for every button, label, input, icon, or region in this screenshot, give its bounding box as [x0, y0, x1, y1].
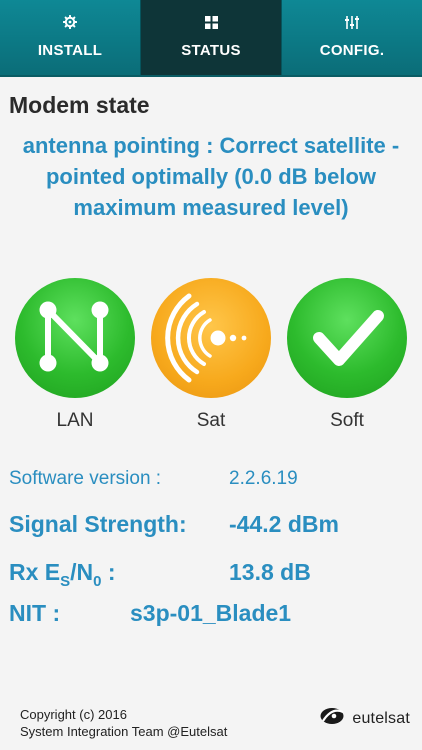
brand-name: eutelsat [352, 709, 410, 727]
tab-status[interactable]: STATUS [141, 0, 281, 75]
tab-bar: INSTALL STATUS CONFIG. [0, 0, 422, 77]
copyright-text: Copyright (c) 2016 [20, 707, 127, 722]
lan-label: LAN [56, 410, 94, 431]
status-soft[interactable]: Soft [287, 278, 407, 432]
rx-label-mid: /N [70, 559, 94, 585]
tab-config-label: CONFIG. [319, 42, 385, 59]
checkmark-icon [313, 310, 384, 366]
nit-label: NIT : [9, 600, 61, 626]
network-icon [39, 301, 109, 372]
software-version-label: Software version : [9, 468, 162, 489]
antenna-state-message: antenna pointing : Correct satellite - p… [22, 133, 400, 220]
grid-icon [204, 14, 218, 30]
status-sat[interactable]: Sat [151, 278, 271, 432]
soft-status-circle [287, 278, 407, 398]
soft-label: Soft [330, 410, 364, 431]
software-version-value: 2.2.6.19 [229, 468, 298, 489]
team-text: System Integration Team @Eutelsat [20, 724, 228, 739]
lan-status-circle [15, 278, 135, 398]
tab-status-label: STATUS [181, 42, 241, 59]
nit-value: s3p-01_Blade1 [130, 600, 292, 626]
rx-label-sub-s: S [60, 573, 71, 590]
tab-install-label: INSTALL [37, 42, 103, 59]
status-lan[interactable]: LAN [15, 278, 135, 432]
rx-label-sub-0: 0 [93, 573, 102, 590]
tab-config[interactable]: CONFIG. [281, 0, 422, 75]
rx-esn0-label: Rx ES/N0 : [9, 559, 116, 590]
rx-label-suffix: : [101, 559, 116, 585]
footer: Copyright (c) 2016 System Integration Te… [20, 706, 227, 740]
rx-label-prefix: Rx E [9, 559, 61, 585]
eutelsat-logo-icon [319, 706, 345, 731]
satellite-icon [165, 293, 247, 383]
signal-strength-value: -44.2 dBm [229, 511, 339, 537]
eutelsat-brand: eutelsat [319, 706, 410, 731]
signal-strength-label: Signal Strength: [9, 511, 187, 537]
tab-install[interactable]: INSTALL [0, 0, 141, 75]
sat-label: Sat [196, 410, 226, 431]
gear-icon [63, 14, 77, 30]
sat-status-circle [151, 278, 271, 398]
rx-esn0-value: 13.8 dB [229, 559, 311, 585]
page-title: Modem state [9, 92, 150, 118]
sliders-icon [345, 14, 359, 30]
status-indicators: LAN Sat Soft [0, 278, 422, 438]
